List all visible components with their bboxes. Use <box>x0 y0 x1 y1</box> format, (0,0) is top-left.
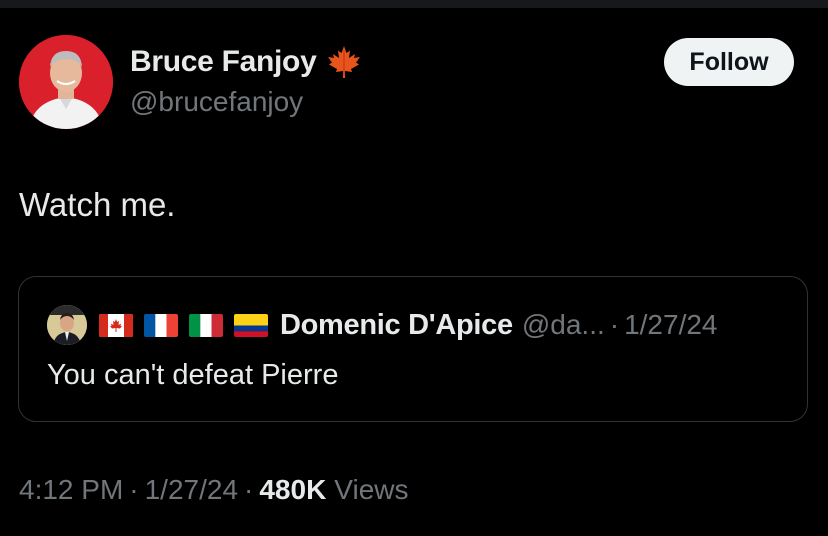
tweet-meta: 4:12 PM · 1/27/24 · 480K Views <box>19 474 408 506</box>
quoted-tweet-text: You can't defeat Pierre <box>47 359 339 391</box>
views-count[interactable]: 480K <box>259 474 326 506</box>
quoted-author-avatar <box>47 305 87 345</box>
author-handle[interactable]: @brucefanjoy <box>130 86 303 118</box>
quoted-tweet-date[interactable]: 1/27/24 <box>624 309 717 341</box>
tweet-time[interactable]: 4:12 PM <box>19 474 123 506</box>
quoted-tweet-card[interactable]: Domenic D'Apice @da... · 1/27/24 You can… <box>18 276 808 422</box>
author-avatar[interactable] <box>19 35 113 129</box>
italy-flag-icon <box>189 313 223 337</box>
colombia-flag-icon <box>234 313 268 337</box>
separator-dot: · <box>609 309 620 340</box>
france-flag-icon <box>144 313 178 337</box>
author-display-name[interactable]: Bruce Fanjoy <box>130 45 317 79</box>
views-label[interactable]: Views <box>334 474 408 506</box>
maple-leaf-icon <box>326 44 362 80</box>
tweet-text: Watch me. <box>19 186 176 223</box>
quoted-author-name[interactable]: Domenic D'Apice <box>280 309 513 342</box>
separator-dot: · <box>129 474 139 505</box>
separator-dot: · <box>244 474 254 505</box>
follow-button[interactable]: Follow <box>664 38 794 86</box>
quoted-tweet-header: Domenic D'Apice @da... · 1/27/24 <box>47 305 718 345</box>
canada-flag-icon <box>99 313 133 337</box>
tweet-date[interactable]: 1/27/24 <box>145 474 238 506</box>
quoted-author-handle[interactable]: @da... <box>522 309 605 341</box>
top-bar <box>0 0 828 8</box>
author-name-row: Bruce Fanjoy <box>130 42 362 82</box>
